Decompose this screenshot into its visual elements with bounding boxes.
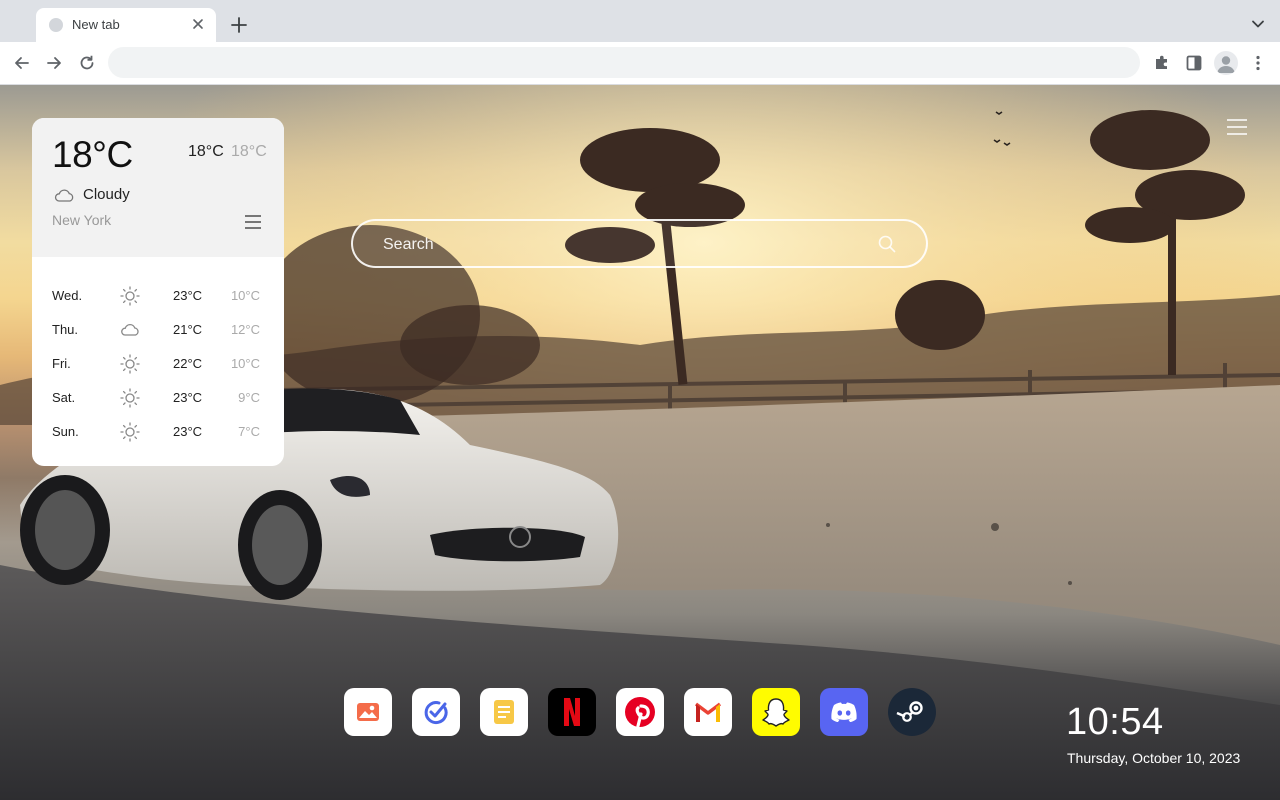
address-bar[interactable]: [108, 47, 1140, 78]
forecast-low: 10°C: [230, 356, 260, 371]
cloud-icon: [119, 320, 141, 340]
sun-icon: [119, 388, 141, 408]
reload-icon[interactable]: [77, 53, 97, 73]
sun-icon: [119, 286, 141, 306]
extensions-puzzle-icon[interactable]: [1152, 53, 1172, 73]
forecast-day: Sat.: [52, 390, 76, 405]
forecast-high: 23°C: [173, 424, 203, 439]
kebab-menu-icon[interactable]: [1248, 53, 1268, 73]
tab-title: New tab: [72, 17, 120, 32]
today-high: 18°C: [188, 143, 224, 160]
hamburger-menu-icon[interactable]: [244, 214, 262, 230]
gmail-app[interactable]: [684, 688, 732, 736]
forecast-row: Thu. 21°C 12°C: [32, 313, 284, 347]
weather-city: New York: [52, 212, 112, 228]
weather-widget[interactable]: 18°C 18°C 18°C Cloudy New York Wed. 23°C 1…: [32, 118, 284, 466]
steam-app[interactable]: [888, 688, 936, 736]
page-menu-icon[interactable]: [1226, 118, 1248, 136]
today-low: 18°C: [231, 143, 267, 160]
forecast-high: 23°C: [173, 390, 203, 405]
sun-icon: [119, 422, 141, 442]
netflix-app[interactable]: [548, 688, 596, 736]
forecast-list: Wed. 23°C 10°C Thu. 21°C 12°C Fri. 22°C 10°C Sat.…: [32, 279, 284, 449]
discord-icon: [831, 702, 857, 722]
notes-app[interactable]: [480, 688, 528, 736]
gmail-icon: [694, 702, 722, 722]
forecast-row: Wed. 23°C 10°C: [32, 279, 284, 313]
forecast-row: Sun. 23°C 7°C: [32, 415, 284, 449]
tasks-app[interactable]: [412, 688, 460, 736]
task-check-icon: [424, 701, 448, 725]
new-tab-page: 18°C 18°C 18°C Cloudy New York Wed. 23°C 1…: [0, 85, 1280, 800]
forecast-high: 23°C: [173, 288, 203, 303]
forecast-day: Fri.: [52, 356, 71, 371]
weather-current: 18°C 18°C 18°C Cloudy New York: [32, 118, 284, 257]
profile-avatar[interactable]: [1214, 51, 1238, 75]
snapchat-app[interactable]: [752, 688, 800, 736]
person-icon: [1217, 56, 1235, 73]
forecast-high: 21°C: [173, 322, 203, 337]
chevron-down-icon[interactable]: [1248, 14, 1268, 34]
cloud-icon: [54, 189, 74, 202]
netflix-icon: [564, 698, 580, 726]
forecast-low: 12°C: [230, 322, 260, 337]
pinterest-app[interactable]: [616, 688, 664, 736]
photos-icon: [357, 703, 379, 721]
close-icon[interactable]: [189, 15, 207, 33]
search-box[interactable]: [351, 219, 928, 268]
tab-strip: New tab: [0, 0, 1280, 42]
clock-date: Thursday, October 10, 2023: [1067, 750, 1241, 766]
weather-condition: Cloudy: [83, 186, 130, 203]
browser-toolbar: [0, 42, 1280, 85]
forecast-high: 22°C: [173, 356, 203, 371]
forward-arrow-icon[interactable]: [44, 53, 64, 73]
notes-icon: [494, 700, 514, 724]
forecast-low: 7°C: [238, 424, 260, 439]
forecast-low: 10°C: [230, 288, 260, 303]
new-tab-plus-icon[interactable]: [228, 14, 250, 36]
tab-favicon-icon: [49, 18, 63, 32]
forecast-day: Sun.: [52, 424, 79, 439]
pinterest-icon: [625, 697, 655, 728]
search-input[interactable]: [381, 232, 865, 258]
discord-app[interactable]: [820, 688, 868, 736]
side-panel-icon[interactable]: [1184, 53, 1204, 73]
snapchat-icon: [762, 698, 790, 727]
current-temperature: 18°C: [52, 134, 133, 175]
forecast-row: Fri. 22°C 10°C: [32, 347, 284, 381]
clock-time: 10:54: [1066, 701, 1164, 743]
photos-app[interactable]: [344, 688, 392, 736]
tab-new-tab[interactable]: New tab: [36, 8, 216, 42]
forecast-low: 9°C: [238, 390, 260, 405]
forecast-day: Wed.: [52, 288, 83, 303]
sun-icon: [119, 354, 141, 374]
steam-icon: [896, 701, 923, 722]
back-arrow-icon[interactable]: [12, 53, 32, 73]
forecast-row: Sat. 23°C 9°C: [32, 381, 284, 415]
search-icon[interactable]: [877, 234, 897, 254]
forecast-day: Thu.: [52, 322, 79, 337]
